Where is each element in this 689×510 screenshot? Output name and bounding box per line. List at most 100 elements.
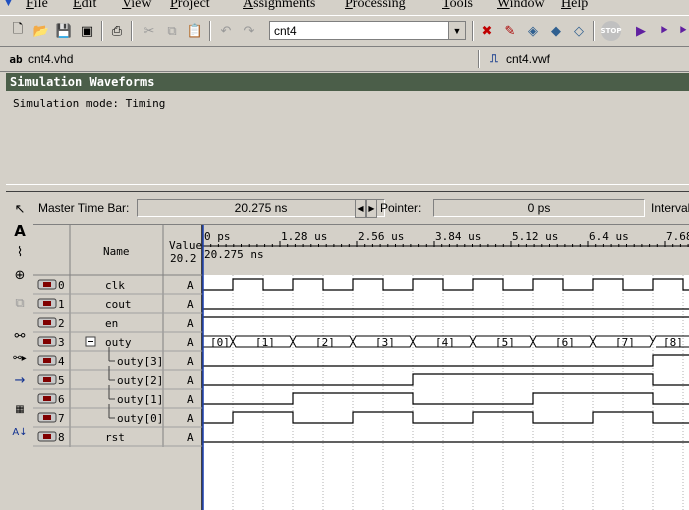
group-icon[interactable]: ▦ xyxy=(10,399,30,419)
signal-name[interactable]: clk xyxy=(105,279,125,292)
signal-value: A xyxy=(187,336,194,349)
toolbar-separator xyxy=(101,21,103,41)
zoom-tool-icon[interactable]: ⊕ xyxy=(10,265,30,285)
app-icon[interactable]: ▼ xyxy=(3,0,14,9)
signal-name[interactable]: outy[0] xyxy=(117,412,163,425)
signal-name[interactable]: outy[2] xyxy=(117,374,163,387)
arrow-right-icon[interactable]: ▶ xyxy=(366,199,377,218)
interval-label: Interval: xyxy=(651,201,689,215)
signal-value: A xyxy=(187,355,194,368)
time-tick-label: 0 ps xyxy=(204,230,231,243)
signal-index: 4 xyxy=(58,355,65,368)
sort-icon[interactable]: A↓ xyxy=(10,422,30,442)
signal-index: 0 xyxy=(58,279,65,292)
chip-editor-icon[interactable]: ✎ xyxy=(501,22,519,40)
bus-value-label: [1] xyxy=(255,336,275,349)
signal-name[interactable]: en xyxy=(105,317,118,330)
signal-value: A xyxy=(187,317,194,330)
chevron-down-icon[interactable]: ▼ xyxy=(448,22,465,39)
analysis-synthesis-icon[interactable]: ⯈ xyxy=(655,22,673,40)
full-screen-icon[interactable]: ⧉ xyxy=(10,293,30,313)
project-combo[interactable]: cnt4 ▼ xyxy=(269,21,466,40)
bus-value-label: [3] xyxy=(375,336,395,349)
new-file-icon[interactable]: 🗋 xyxy=(9,22,27,40)
open-folder-icon[interactable]: 📂 xyxy=(32,22,50,40)
signal-index: 3 xyxy=(58,336,65,349)
paste-icon[interactable]: 📋 xyxy=(186,22,204,40)
replace-icon[interactable]: ⚯▸ xyxy=(10,348,30,368)
save-all-icon[interactable]: ▣ xyxy=(78,22,96,40)
toolbar-separator xyxy=(593,21,595,41)
settings-check-icon[interactable]: ◆ xyxy=(547,22,565,40)
pin-icon-core xyxy=(43,415,51,420)
pin-icon-core xyxy=(43,282,51,287)
signal-index: 6 xyxy=(58,393,65,406)
redo-icon[interactable]: ↷ xyxy=(240,22,258,40)
fitter-icon[interactable]: ⯈ xyxy=(677,22,689,40)
pointer-label: Pointer: xyxy=(380,201,422,215)
pointer-value: 0 ps xyxy=(433,199,645,217)
name-column-header: Name xyxy=(103,245,130,258)
arrow-left-icon[interactable]: ◀ xyxy=(355,199,366,218)
selection-tool-icon[interactable]: ↖ xyxy=(10,199,30,219)
time-tick-label: 2.56 us xyxy=(358,230,404,243)
pin-icon-core xyxy=(43,358,51,363)
start-compilation-icon[interactable]: ▶ xyxy=(632,22,650,40)
cursor-time-label: 20.275 ns xyxy=(204,248,264,261)
signal-name[interactable]: cout xyxy=(105,298,132,311)
print-icon[interactable]: ⎙ xyxy=(108,22,126,40)
tab-cnt4-vwf[interactable]: ⎍ cnt4.vwf xyxy=(486,51,550,67)
signal-index: 7 xyxy=(58,412,65,425)
menu-help[interactable]: Help xyxy=(561,0,588,12)
master-time-arrows: ◀ ▶ xyxy=(355,199,377,218)
menu-view[interactable]: View xyxy=(122,0,152,12)
signal-index: 2 xyxy=(58,317,65,330)
pin-icon-core xyxy=(43,434,51,439)
waveform-edit-icon[interactable]: ⌇ xyxy=(10,242,30,262)
bus-value-label: [0] xyxy=(210,336,230,349)
toolbar: 🗋 📂 💾 ▣ ⎙ ✂ ⧉ 📋 ↶ ↷ cnt4 ▼ ✖ ✎ ◈ ◆ ◇ STO… xyxy=(0,15,689,47)
next-transition-icon[interactable]: → xyxy=(10,370,30,390)
stop-icon[interactable]: STOP xyxy=(601,21,621,41)
tab-divider xyxy=(478,50,480,68)
pane-splitter[interactable] xyxy=(6,184,689,192)
time-tick-label: 7.68 us xyxy=(666,230,689,243)
menu-file-label: ile xyxy=(33,0,48,11)
waveform-editor: Name Value 20.2 20.275 ns 0 ps 1.28 us 2.5… xyxy=(33,224,689,510)
tab-label: cnt4.vwf xyxy=(506,52,551,66)
signal-name[interactable]: outy[1] xyxy=(117,393,163,406)
signal-name[interactable]: rst xyxy=(105,431,125,444)
master-time-bar-label: Master Time Bar: xyxy=(38,201,130,215)
menu-file[interactable]: File xyxy=(26,0,48,12)
menu-assignments[interactable]: Assignments xyxy=(243,0,315,12)
waveform-tool-palette: ↖ A ⌇ ⊕ ⧉ ⚯ ⚯▸ → ▦ A↓ xyxy=(6,196,33,509)
waveform-canvas[interactable]: Name Value 20.2 20.275 ns 0 ps 1.28 us 2.5… xyxy=(33,225,689,510)
tab-cnt4-vhd[interactable]: ab cnt4.vhd xyxy=(8,51,73,67)
menu-tools[interactable]: Tools xyxy=(442,0,473,12)
cut-icon[interactable]: ✂ xyxy=(140,22,158,40)
pin-icon-core xyxy=(43,339,51,344)
compiler-tool-icon[interactable]: ✖ xyxy=(478,22,496,40)
tab-label: cnt4.vhd xyxy=(28,52,74,66)
undo-icon[interactable]: ↶ xyxy=(217,22,235,40)
report-body: Simulation mode: Timing xyxy=(6,91,689,185)
signal-name[interactable]: outy[3] xyxy=(117,355,163,368)
project-combo-value: cnt4 xyxy=(274,24,297,38)
menu-edit[interactable]: Edit xyxy=(73,0,96,12)
pin-planner-icon[interactable]: ◇ xyxy=(570,22,588,40)
time-tick-label: 1.28 us xyxy=(281,230,327,243)
copy-icon[interactable]: ⧉ xyxy=(163,22,181,40)
signal-index: 5 xyxy=(58,374,65,387)
menu-project[interactable]: Project xyxy=(170,0,210,12)
menu-processing[interactable]: Processing xyxy=(345,0,406,12)
signal-index: 1 xyxy=(58,298,65,311)
master-time-bar-value[interactable]: 20.275 ns xyxy=(137,199,385,217)
waveform-file-icon: ⎍ xyxy=(490,52,498,65)
vhdl-file-icon: ab xyxy=(9,52,23,66)
text-tool-icon[interactable]: A xyxy=(10,221,30,241)
save-icon[interactable]: 💾 xyxy=(55,22,73,40)
find-icon[interactable]: ⚯ xyxy=(10,326,30,346)
assignment-editor-icon[interactable]: ◈ xyxy=(524,22,542,40)
document-tabs: ab cnt4.vhd ⎍ cnt4.vwf xyxy=(0,47,689,72)
menu-window[interactable]: Window xyxy=(497,0,545,12)
